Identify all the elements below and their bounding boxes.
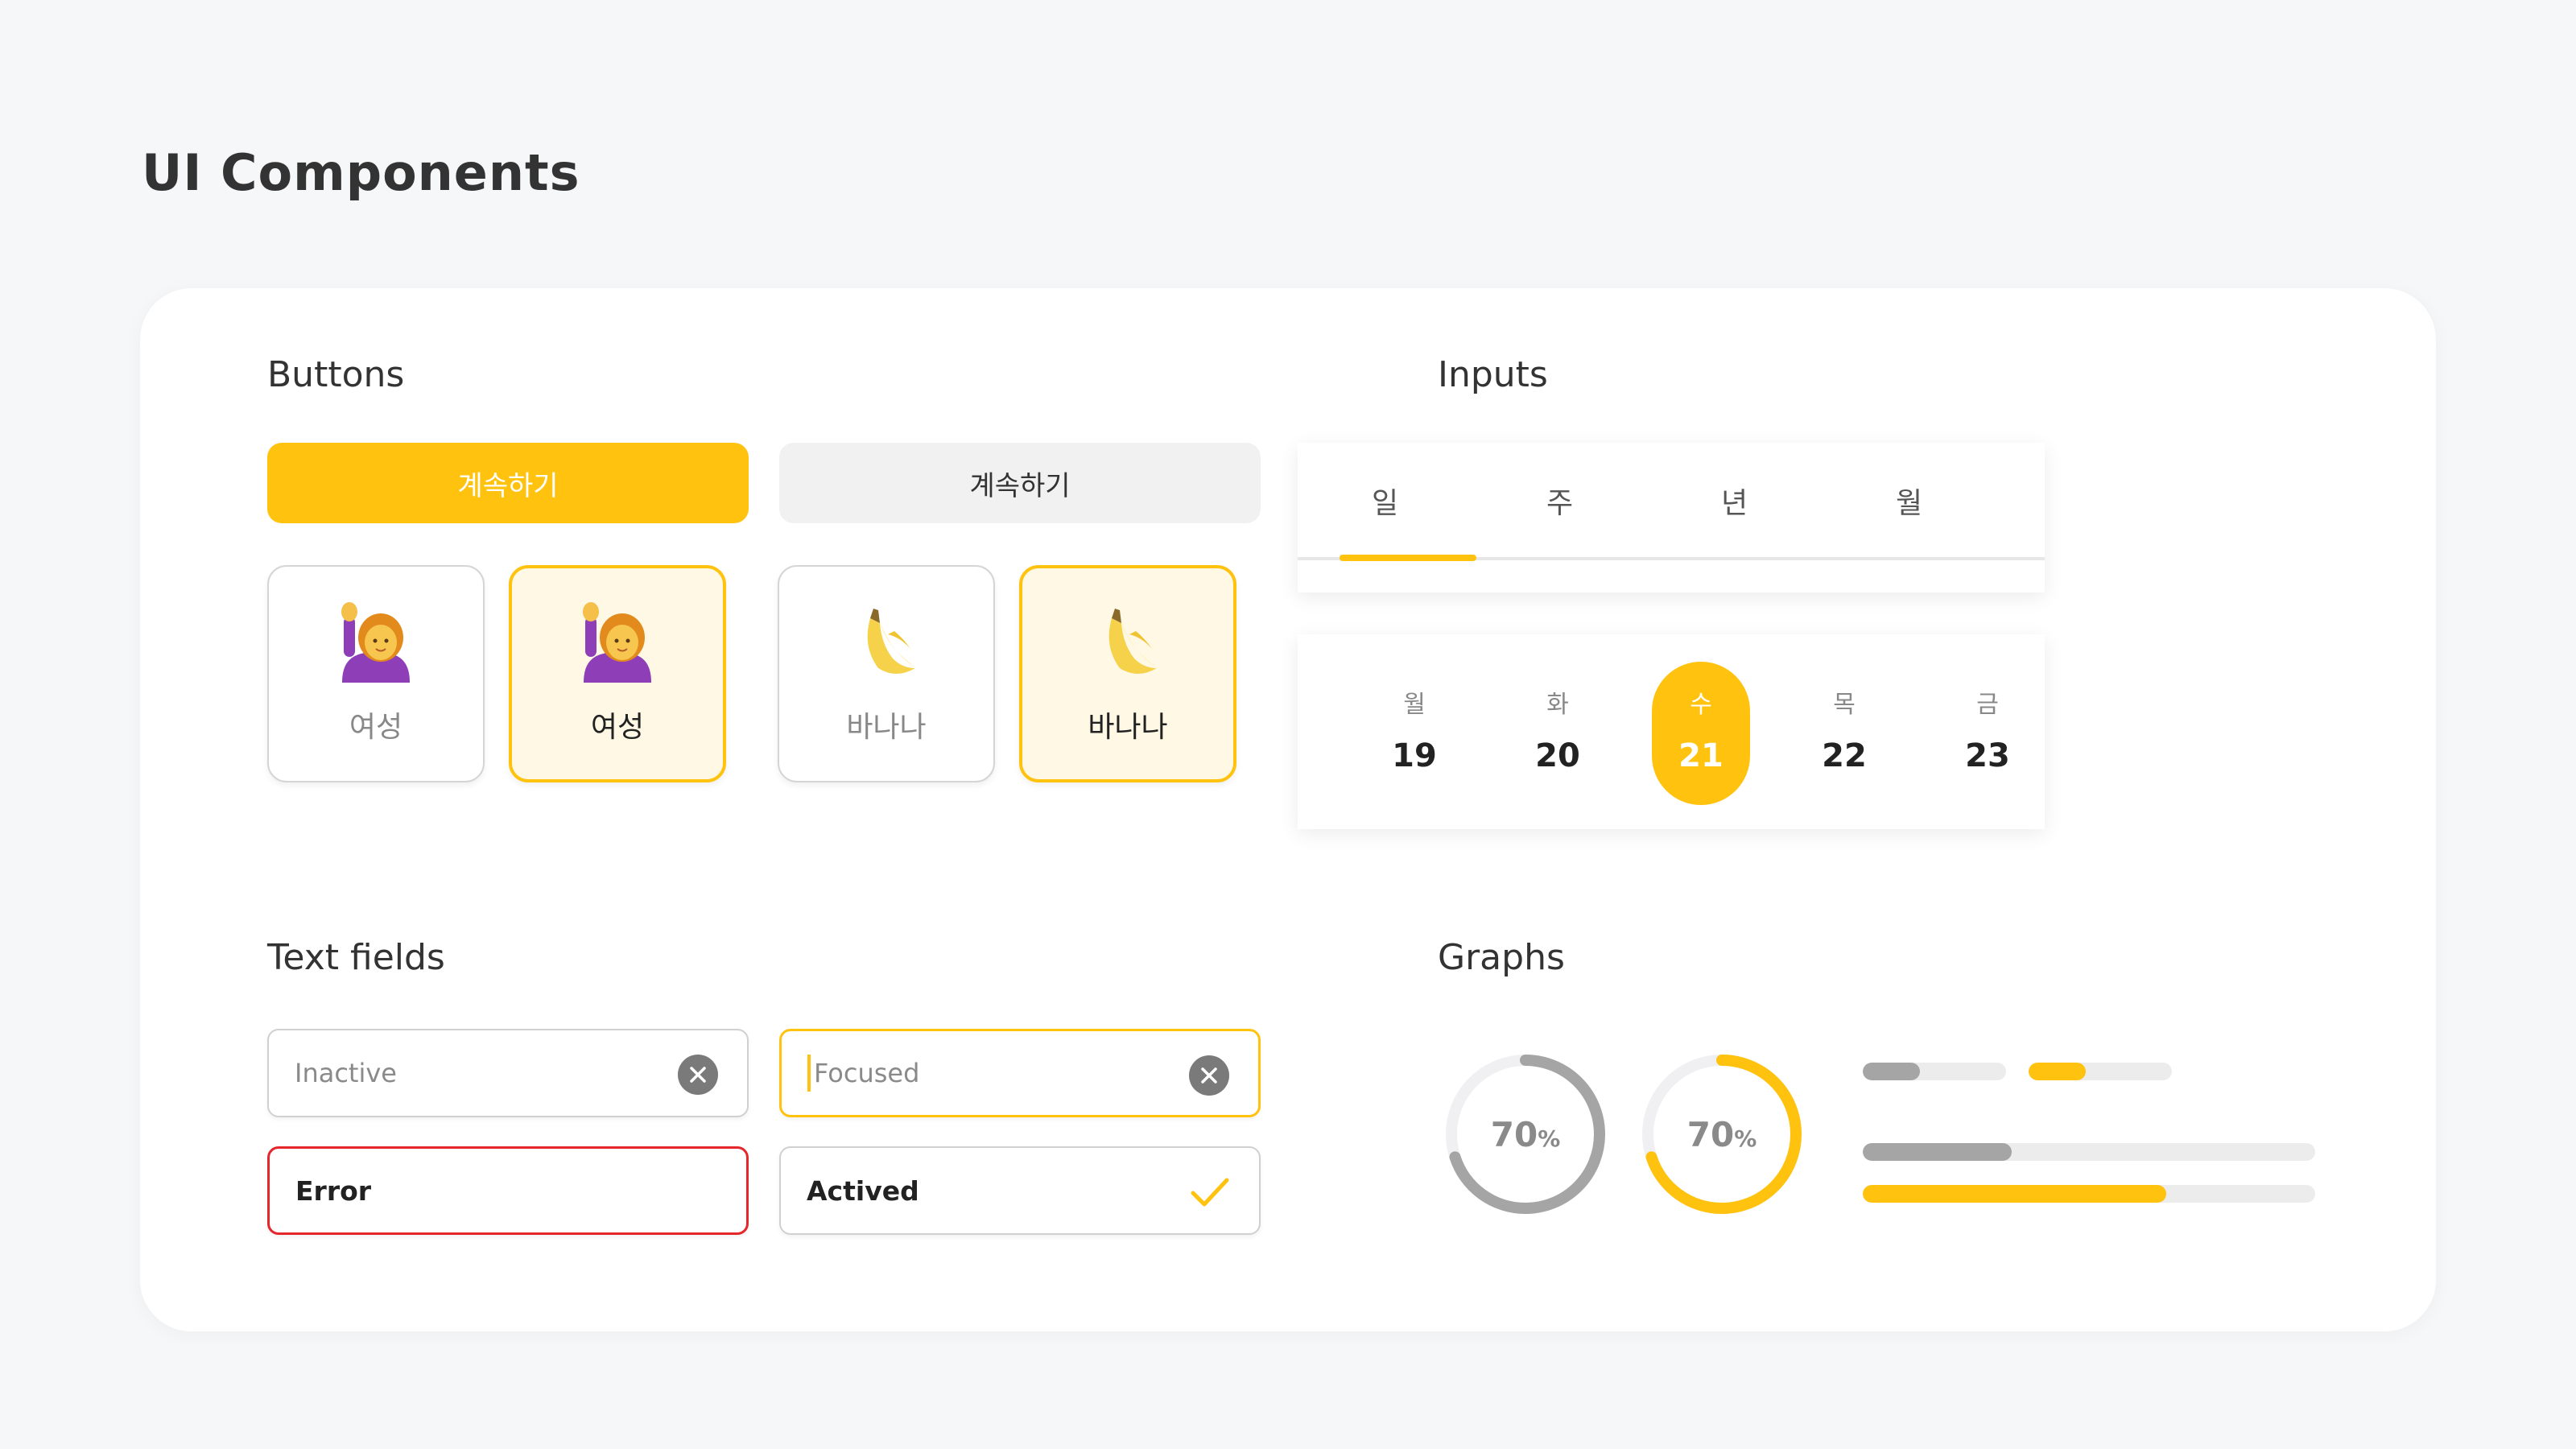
day-number: 20	[1535, 737, 1580, 774]
field-placeholder: Focused	[814, 1058, 920, 1088]
banana-tile-selected[interactable]: 바나나	[1019, 565, 1236, 782]
tab-month[interactable]: 월	[1822, 443, 1996, 559]
continue-button-primary[interactable]: 계속하기	[267, 443, 749, 523]
banana-icon	[1108, 609, 1157, 674]
gender-female-tile[interactable]: 여성	[267, 565, 485, 782]
day-number: 23	[1965, 737, 2010, 774]
tab-year[interactable]: 년	[1647, 443, 1822, 559]
bar-fill	[1863, 1185, 2166, 1203]
day-mon[interactable]: 월 19	[1365, 662, 1463, 805]
period-tabs: 일 주 년 월	[1298, 443, 2045, 592]
day-of-week-label: 금	[1976, 691, 1999, 719]
donut-chart-gray: 70%	[1441, 1050, 1610, 1219]
day-of-week-label: 목	[1833, 691, 1856, 719]
check-icon	[1191, 1178, 1229, 1207]
day-tue[interactable]: 화 20	[1509, 662, 1607, 805]
field-value: Actived	[807, 1174, 919, 1207]
day-number: 22	[1822, 737, 1867, 774]
tab-week[interactable]: 주	[1472, 443, 1647, 559]
progress-bar-small-accent	[2029, 1063, 2172, 1080]
weekday-picker: 월 19 화 20 수 21 목 22 금 23	[1298, 634, 2045, 829]
progress-bar-long-gray	[1863, 1143, 2315, 1161]
banana-tile[interactable]: 바나나	[778, 565, 995, 782]
donut-chart-accent: 70%	[1637, 1050, 1806, 1219]
banana-icon	[867, 609, 915, 674]
donut-label: 70%	[1441, 1050, 1610, 1219]
graphs-section-title: Graphs	[1438, 937, 1565, 978]
donut-unit: %	[1734, 1125, 1757, 1152]
day-thu[interactable]: 목 22	[1795, 662, 1893, 805]
donut-value: 70	[1490, 1114, 1538, 1154]
day-fri[interactable]: 금 23	[1938, 662, 2037, 805]
day-number: 19	[1392, 737, 1437, 774]
clear-icon[interactable]	[1189, 1055, 1229, 1096]
gender-female-tile-selected[interactable]: 여성	[509, 565, 726, 782]
tile-label: 바나나	[1088, 711, 1168, 744]
error-text-field[interactable]: Error	[267, 1146, 749, 1235]
focused-text-field[interactable]: Focused	[779, 1029, 1261, 1117]
inputs-section-title: Inputs	[1438, 354, 1548, 395]
buttons-section-title: Buttons	[267, 354, 405, 395]
day-of-week-label: 월	[1403, 691, 1426, 719]
field-value: Error	[295, 1174, 372, 1207]
active-tab-indicator	[1340, 555, 1476, 561]
progress-bar-small-gray	[1863, 1063, 2006, 1080]
woman-raising-hand-icon	[583, 602, 651, 683]
field-placeholder: Inactive	[295, 1058, 397, 1088]
woman-raising-hand-icon	[341, 602, 410, 683]
clear-icon[interactable]	[678, 1055, 718, 1095]
progress-bar-long-accent	[1863, 1185, 2315, 1203]
bar-fill	[2029, 1063, 2087, 1080]
actived-text-field[interactable]: Actived	[779, 1146, 1261, 1235]
tile-label: 여성	[590, 711, 645, 744]
day-number: 21	[1678, 737, 1724, 774]
inactive-text-field[interactable]: Inactive	[267, 1029, 749, 1117]
tab-day[interactable]: 일	[1298, 443, 1472, 559]
day-of-week-label: 수	[1690, 691, 1712, 719]
day-wed-selected[interactable]: 수 21	[1652, 662, 1750, 805]
day-of-week-label: 화	[1546, 691, 1569, 719]
tile-label: 여성	[349, 711, 403, 744]
text-fields-section-title: Text fields	[267, 937, 445, 978]
donut-value: 70	[1686, 1114, 1735, 1154]
text-caret	[807, 1055, 811, 1092]
tile-label: 바나나	[846, 711, 927, 744]
bar-fill	[1863, 1063, 1921, 1080]
donut-label: 70%	[1637, 1050, 1806, 1219]
donut-unit: %	[1538, 1125, 1561, 1152]
bar-fill	[1863, 1143, 2013, 1161]
continue-button-secondary[interactable]: 계속하기	[779, 443, 1261, 523]
page-title: UI Components	[142, 143, 580, 202]
